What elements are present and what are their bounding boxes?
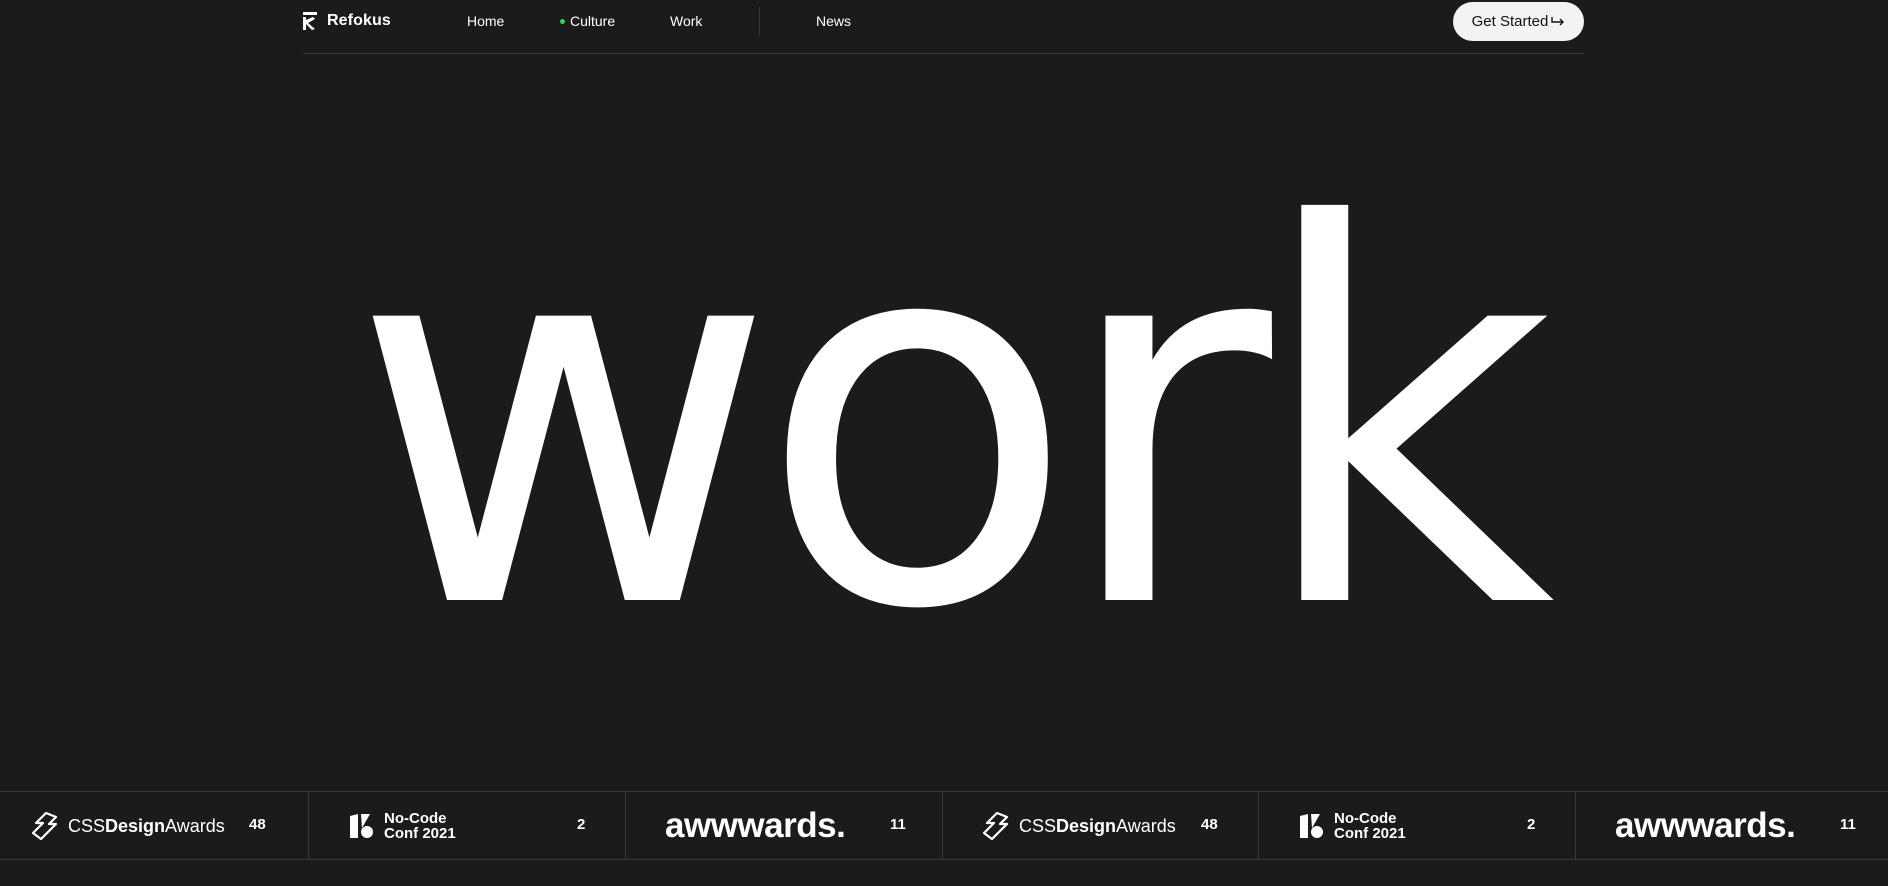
- nav-link-label: Home: [467, 13, 505, 29]
- nav-link-label: Work: [670, 13, 703, 29]
- top-nav: Refokus Home Culture Work News Get Start…: [303, 0, 1584, 54]
- award-count: 11: [890, 816, 906, 833]
- award-name: CSSDesignAwards: [1019, 815, 1176, 836]
- award-awwwards[interactable]: awwwards. 11: [1576, 792, 1888, 859]
- award-logo: CSSDesignAwards: [32, 812, 225, 840]
- award-count: 11: [1840, 816, 1856, 833]
- nav-link-culture[interactable]: Culture: [560, 13, 615, 29]
- hero-heading: work: [350, 117, 1555, 723]
- award-count: 2: [577, 816, 586, 833]
- no-code-conf-icon: [1300, 814, 1323, 838]
- award-name: awwwards.: [665, 806, 846, 845]
- nav-link-label: Culture: [570, 13, 616, 29]
- css-design-awards-icon: [983, 812, 1009, 840]
- page: Refokus Home Culture Work News Get Start…: [0, 0, 1888, 886]
- nav-link-label: News: [816, 13, 852, 29]
- arrow-return-icon: [1551, 16, 1565, 25]
- award-name: CSSDesignAwards: [68, 815, 225, 836]
- awards-strip: CSSDesignAwards 48 No-Code Conf 2021 2 a…: [0, 791, 1888, 860]
- award-no-code-conf[interactable]: No-Code Conf 2021 2: [309, 792, 626, 859]
- brand-logo[interactable]: Refokus: [303, 12, 391, 30]
- award-name: No-Code Conf 2021: [1334, 810, 1406, 842]
- nav-link-news[interactable]: News: [816, 13, 851, 29]
- award-logo: No-Code Conf 2021: [348, 811, 456, 841]
- award-count: 2: [1527, 816, 1536, 833]
- nav-link-home[interactable]: Home: [467, 13, 504, 29]
- active-dot-icon: [560, 18, 565, 24]
- award-no-code-conf[interactable]: No-Code Conf 2021 2: [1259, 792, 1576, 859]
- css-design-awards-icon: [32, 812, 58, 840]
- award-logo: CSSDesignAwards: [983, 812, 1176, 840]
- award-css-design-awards[interactable]: CSSDesignAwards 48: [0, 792, 309, 859]
- get-started-button[interactable]: Get Started: [1453, 2, 1584, 41]
- award-name: awwwards.: [1615, 806, 1796, 845]
- award-awwwards[interactable]: awwwards. 11: [626, 792, 943, 859]
- get-started-label: Get Started: [1471, 13, 1549, 30]
- refokus-logo-icon: [303, 12, 317, 30]
- award-logo: No-Code Conf 2021: [1298, 811, 1406, 841]
- nav-link-work[interactable]: Work: [670, 13, 702, 29]
- award-css-design-awards[interactable]: CSSDesignAwards 48: [943, 792, 1259, 859]
- nav-divider: [759, 7, 760, 35]
- award-name: No-Code Conf 2021: [384, 810, 456, 842]
- no-code-conf-icon: [350, 814, 373, 838]
- award-count: 48: [249, 816, 266, 833]
- brand-name: Refokus: [327, 12, 391, 29]
- award-count: 48: [1201, 816, 1218, 833]
